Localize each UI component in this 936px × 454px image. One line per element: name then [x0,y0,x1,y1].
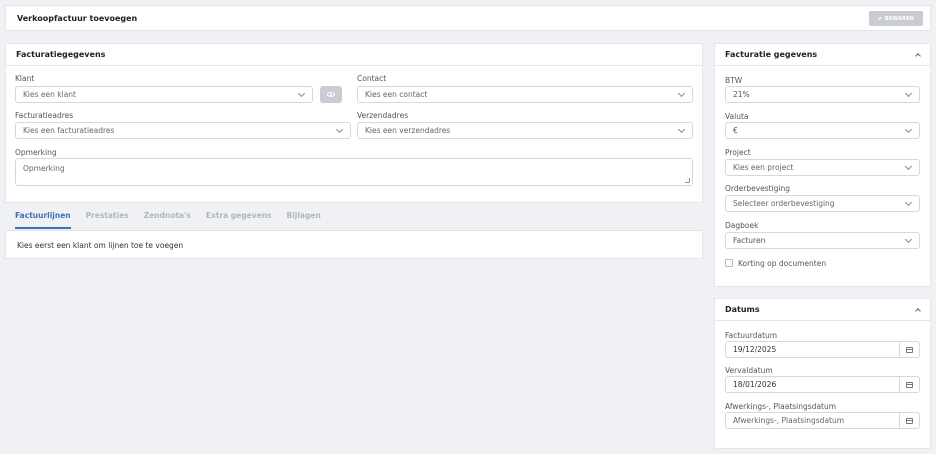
section-title: Facturatiegegevens [16,50,106,59]
vervaldatum-label: Vervaldatum [725,366,773,375]
view-klant-button[interactable] [320,86,342,103]
calendar-button[interactable] [899,377,919,392]
korting-label: Korting op documenten [738,259,827,268]
korting-checkbox[interactable] [725,259,733,267]
opmerking-label: Opmerking [15,148,57,157]
sidebar-header[interactable]: Facturatie gegevens [715,44,930,66]
opmerking-textarea[interactable]: Opmerking [15,158,693,186]
facturatieadres-select[interactable]: Kies een facturatieadres [15,122,351,139]
calendar-button[interactable] [899,342,919,357]
project-label: Project [725,148,751,157]
dagboek-select[interactable]: Facturen [725,232,920,249]
tab-factuurlijnen[interactable]: Factuurlijnen [15,211,71,229]
tab-prestaties[interactable]: Prestaties [86,211,129,229]
page-header: Verkoopfactuur toevoegen BEWAREN [5,5,931,31]
verzendadres-label: Verzendadres [357,111,409,120]
orderbevestiging-label: Orderbevestiging [725,184,791,193]
facturatieadres-label: Facturatieadres [15,111,74,120]
factuurdatum-label: Factuurdatum [725,331,778,340]
klant-label: Klant [15,74,35,83]
factuurdatum-input[interactable]: 19/12/2025 [725,341,920,358]
project-select[interactable]: Kies een project [725,159,920,176]
panel-header: Facturatiegegevens [6,44,702,66]
page-title: Verkoopfactuur toevoegen [17,14,138,23]
resize-handle-icon[interactable] [685,178,690,183]
klant-select[interactable]: Kies een klant [15,86,313,103]
calendar-icon [906,381,913,388]
verzendadres-select[interactable]: Kies een verzendadres [357,122,693,139]
vervaldatum-input[interactable]: 18/01/2026 [725,376,920,393]
orderbevestiging-select[interactable]: Selecteer orderbevestiging [725,195,920,212]
tab-bar: Factuurlijnen Prestaties Zendnota's Extr… [15,211,336,229]
tab-zendnotas[interactable]: Zendnota's [144,211,191,229]
dagboek-label: Dagboek [725,221,759,230]
chevron-up-icon[interactable] [915,308,921,314]
valuta-label: Valuta [725,112,749,121]
contact-select[interactable]: Kies een contact [357,86,693,103]
eye-icon [327,92,335,97]
afwerkingsdatum-input[interactable]: Afwerkings-, Plaatsingsdatum [725,412,920,429]
lines-message: Kies eerst een klant om lijnen toe te vo… [17,241,184,250]
check-icon [877,15,882,21]
tab-bijlagen[interactable]: Bijlagen [287,211,321,229]
btw-select[interactable]: 21% [725,86,920,103]
factuurlijnen-panel: Kies eerst een klant om lijnen toe te vo… [5,231,703,259]
save-button[interactable]: BEWAREN [869,11,923,26]
valuta-select[interactable]: € [725,122,920,139]
btw-label: BTW [725,76,743,85]
calendar-icon [906,417,913,424]
chevron-up-icon[interactable] [915,53,921,59]
datums-header[interactable]: Datums [715,299,930,321]
save-button-label: BEWAREN [884,15,915,22]
sidebar-title: Facturatie gegevens [725,50,818,59]
calendar-button[interactable] [899,413,919,428]
afwerkingsdatum-label: Afwerkings-, Plaatsingsdatum [725,402,837,411]
contact-label: Contact [357,74,387,83]
datums-title: Datums [725,305,760,314]
calendar-icon [906,346,913,353]
tab-extra-gegevens[interactable]: Extra gegevens [206,211,272,229]
